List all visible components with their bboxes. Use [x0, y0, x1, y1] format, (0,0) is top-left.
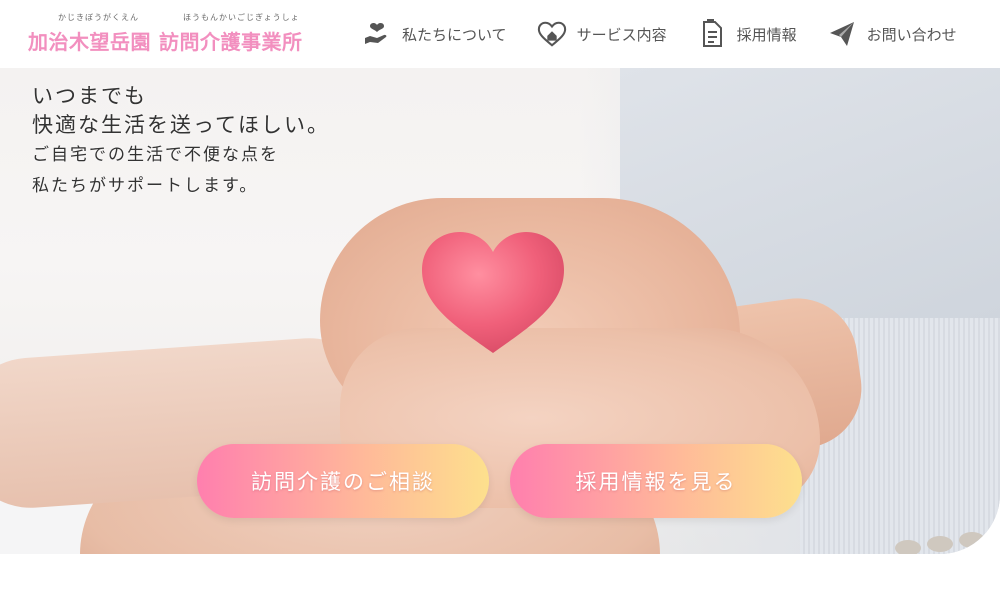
- hero-subline-2: 私たちがサポートします。: [32, 176, 259, 196]
- consultation-button[interactable]: 訪問介護のご相談: [197, 444, 489, 518]
- logo-ruby-right: ほうもんかいごじぎょうしょ: [183, 13, 300, 22]
- nav-item-contact[interactable]: お問い合わせ: [827, 19, 957, 49]
- nav-label-recruit: 採用情報: [736, 25, 797, 44]
- hero-copy: いつまでも 快適な生活を送ってほしい。 ご自宅での生活で不便な点を 私たちがサポ…: [32, 82, 330, 202]
- nav-item-services[interactable]: サービス内容: [537, 19, 667, 49]
- nav-item-recruit[interactable]: 採用情報: [697, 19, 797, 49]
- nav-label-about: 私たちについて: [402, 25, 507, 44]
- logo-name: 加治木望岳園 訪問介護事業所: [28, 26, 311, 55]
- hero-subline-1: ご自宅での生活で不便な点を: [32, 145, 279, 165]
- heart-hand-icon: [362, 19, 392, 49]
- heart-icon: [422, 232, 564, 353]
- logo-name-part2: 訪問介護事業所: [159, 30, 303, 54]
- hero-headline-2: 快適な生活を送ってほしい。: [32, 113, 330, 137]
- nav-label-contact: お問い合わせ: [866, 25, 957, 44]
- hero-headline-1: いつまでも: [32, 84, 147, 108]
- hero-section: いつまでも 快適な生活を送ってほしい。 ご自宅での生活で不便な点を 私たちがサポ…: [0, 68, 1000, 554]
- paper-plane-icon: [827, 19, 857, 49]
- logo-ruby-left: かじきぼうがくえん: [58, 13, 139, 22]
- site-logo[interactable]: かじきぼうがくえん ほうもんかいごじぎょうしょ 加治木望岳園 訪問介護事業所: [28, 12, 318, 56]
- main-nav: 私たちについて サービス内容 採用情報 お問い合わせ: [362, 18, 957, 50]
- consultation-button-label: 訪問介護のご相談: [251, 470, 435, 494]
- nav-item-about[interactable]: 私たちについて: [362, 19, 507, 49]
- site-header: かじきぼうがくえん ほうもんかいごじぎょうしょ 加治木望岳園 訪問介護事業所 私た…: [0, 0, 1000, 68]
- recruit-info-button-label: 採用情報を見る: [575, 470, 737, 494]
- logo-name-part1: 加治木望岳園: [28, 30, 151, 54]
- recruit-info-button[interactable]: 採用情報を見る: [510, 444, 802, 518]
- heart-house-icon: [537, 19, 567, 49]
- hero-cuff-buttons: [895, 528, 1000, 554]
- nav-label-services: サービス内容: [576, 25, 667, 44]
- document-icon: [697, 19, 727, 49]
